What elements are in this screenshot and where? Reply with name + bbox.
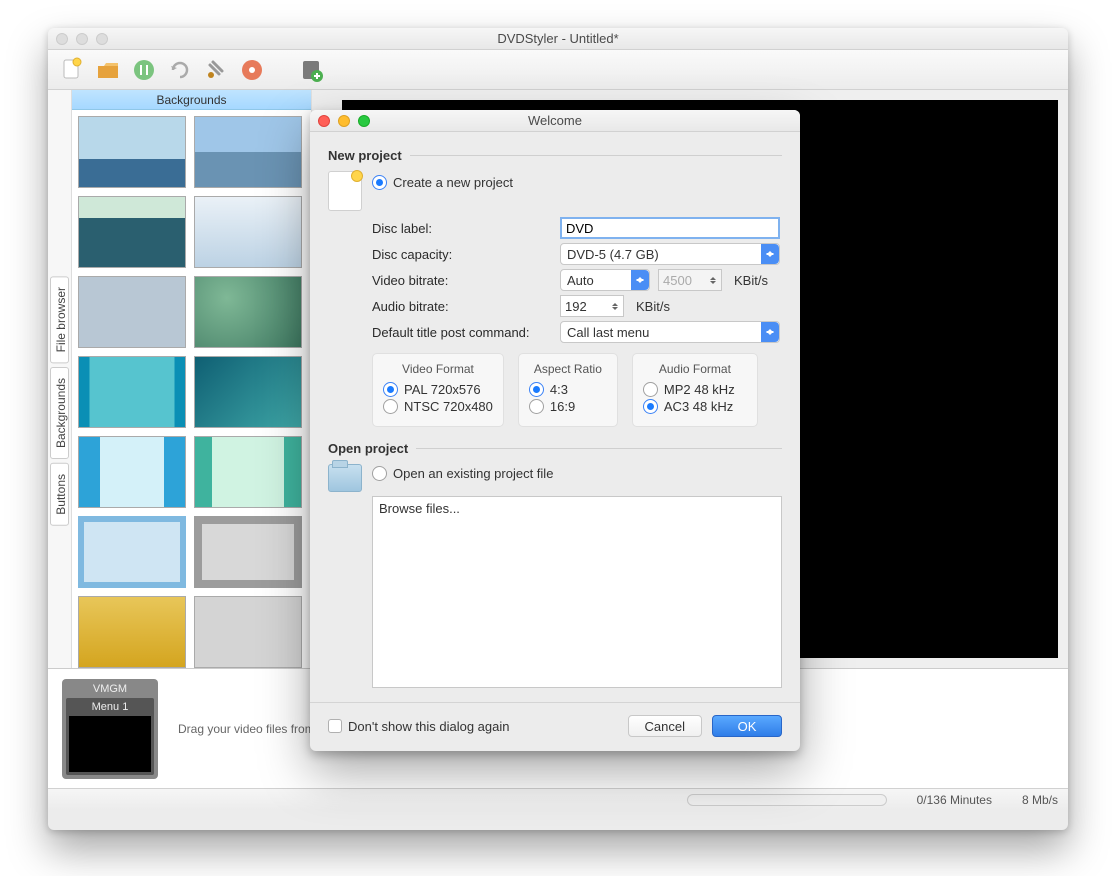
refresh-icon[interactable] bbox=[164, 54, 196, 86]
audio-bitrate-label: Audio bitrate: bbox=[372, 299, 552, 314]
bg-thumb[interactable] bbox=[78, 116, 186, 188]
tab-file-browser[interactable]: File browser bbox=[50, 276, 69, 363]
main-toolbar bbox=[48, 50, 1068, 90]
bg-thumb[interactable] bbox=[194, 196, 302, 268]
status-bar: 0/136 Minutes 8 Mb/s bbox=[48, 788, 1068, 810]
settings-icon[interactable] bbox=[200, 54, 232, 86]
disc-capacity-select[interactable]: DVD-5 (4.7 GB) bbox=[560, 243, 780, 265]
new-project-doc-icon bbox=[328, 171, 362, 211]
open-folder-icon[interactable] bbox=[92, 54, 124, 86]
new-project-heading: New project bbox=[328, 148, 782, 163]
dialog-title: Welcome bbox=[310, 113, 800, 128]
side-tab-strip: File browser Backgrounds Buttons bbox=[48, 90, 72, 668]
dropdown-caret-icon bbox=[761, 322, 779, 342]
bg-thumb[interactable] bbox=[194, 436, 302, 508]
new-project-icon[interactable] bbox=[56, 54, 88, 86]
menu-tile[interactable]: VMGM Menu 1 bbox=[62, 679, 158, 779]
cancel-button[interactable]: Cancel bbox=[628, 715, 702, 737]
tab-backgrounds[interactable]: Backgrounds bbox=[50, 367, 69, 459]
bitrate-text: 8 Mb/s bbox=[1022, 793, 1058, 807]
stepper-icon[interactable] bbox=[609, 296, 621, 316]
bg-thumb[interactable] bbox=[78, 516, 186, 588]
disc-capacity-label: Disc capacity: bbox=[372, 247, 552, 262]
create-project-radio[interactable] bbox=[372, 175, 387, 190]
main-titlebar: DVDStyler - Untitled* bbox=[48, 28, 1068, 50]
dropdown-caret-icon bbox=[761, 244, 779, 264]
dont-show-label: Don't show this dialog again bbox=[348, 719, 509, 734]
open-folder-icon bbox=[328, 464, 362, 492]
aspect-43-radio[interactable] bbox=[529, 382, 544, 397]
bg-thumb[interactable] bbox=[194, 276, 302, 348]
audio-bitrate-unit: KBit/s bbox=[636, 299, 670, 314]
audio-format-group: Audio Format MP2 48 kHz AC3 48 kHz bbox=[632, 353, 758, 427]
aspect-ratio-group: Aspect Ratio 4:3 16:9 bbox=[518, 353, 618, 427]
burn-disc-icon[interactable] bbox=[236, 54, 268, 86]
menu1-label: Menu 1 bbox=[92, 701, 129, 713]
open-project-heading: Open project bbox=[328, 441, 782, 456]
browse-files-item[interactable]: Browse files... bbox=[379, 501, 460, 516]
bg-thumb[interactable] bbox=[194, 596, 302, 668]
video-bitrate-mode-select[interactable]: Auto bbox=[560, 269, 650, 291]
disc-label-input[interactable] bbox=[560, 217, 780, 239]
window-title: DVDStyler - Untitled* bbox=[48, 31, 1068, 46]
welcome-dialog: Welcome New project Create a new project… bbox=[310, 110, 800, 751]
backgrounds-panel: Backgrounds bbox=[72, 90, 312, 668]
file-list[interactable]: Browse files... bbox=[372, 496, 782, 688]
bg-thumb[interactable] bbox=[194, 116, 302, 188]
audio-bitrate-spin[interactable]: 192 bbox=[560, 295, 624, 317]
tab-buttons[interactable]: Buttons bbox=[50, 463, 69, 526]
timeline-hint: Drag your video files from bbox=[178, 722, 315, 736]
dont-show-checkbox[interactable] bbox=[328, 719, 342, 733]
video-bitrate-label: Video bitrate: bbox=[372, 273, 552, 288]
pal-radio[interactable] bbox=[383, 382, 398, 397]
dialog-titlebar: Welcome bbox=[310, 110, 800, 132]
bg-thumb[interactable] bbox=[78, 196, 186, 268]
backgrounds-header: Backgrounds bbox=[72, 90, 311, 110]
aspect-169-radio[interactable] bbox=[529, 399, 544, 414]
bg-thumb[interactable] bbox=[78, 276, 186, 348]
ntsc-radio[interactable] bbox=[383, 399, 398, 414]
bg-thumb[interactable] bbox=[194, 516, 302, 588]
post-cmd-label: Default title post command: bbox=[372, 325, 552, 340]
progress-text: 0/136 Minutes bbox=[917, 793, 992, 807]
video-bitrate-spin: 4500 bbox=[658, 269, 722, 291]
background-thumbnails bbox=[72, 110, 311, 668]
bg-thumb[interactable] bbox=[78, 596, 186, 668]
audio-format-header: Audio Format bbox=[643, 362, 747, 376]
ac3-radio[interactable] bbox=[643, 399, 658, 414]
stepper-icon bbox=[707, 270, 719, 290]
post-cmd-select[interactable]: Call last menu bbox=[560, 321, 780, 343]
video-format-group: Video Format PAL 720x576 NTSC 720x480 bbox=[372, 353, 504, 427]
aspect-header: Aspect Ratio bbox=[529, 362, 607, 376]
add-item-icon[interactable] bbox=[296, 54, 328, 86]
open-project-label: Open an existing project file bbox=[393, 466, 553, 481]
mp2-radio[interactable] bbox=[643, 382, 658, 397]
open-project-radio[interactable] bbox=[372, 466, 387, 481]
video-format-header: Video Format bbox=[383, 362, 493, 376]
disc-label-label: Disc label: bbox=[372, 221, 552, 236]
video-bitrate-unit: KBit/s bbox=[734, 273, 768, 288]
save-icon[interactable] bbox=[128, 54, 160, 86]
capacity-progress bbox=[687, 794, 887, 806]
ok-button[interactable]: OK bbox=[712, 715, 782, 737]
dropdown-caret-icon bbox=[631, 270, 649, 290]
vmgm-label: VMGM bbox=[93, 683, 127, 695]
bg-thumb[interactable] bbox=[78, 356, 186, 428]
create-project-label: Create a new project bbox=[393, 175, 513, 190]
bg-thumb[interactable] bbox=[194, 356, 302, 428]
bg-thumb[interactable] bbox=[78, 436, 186, 508]
